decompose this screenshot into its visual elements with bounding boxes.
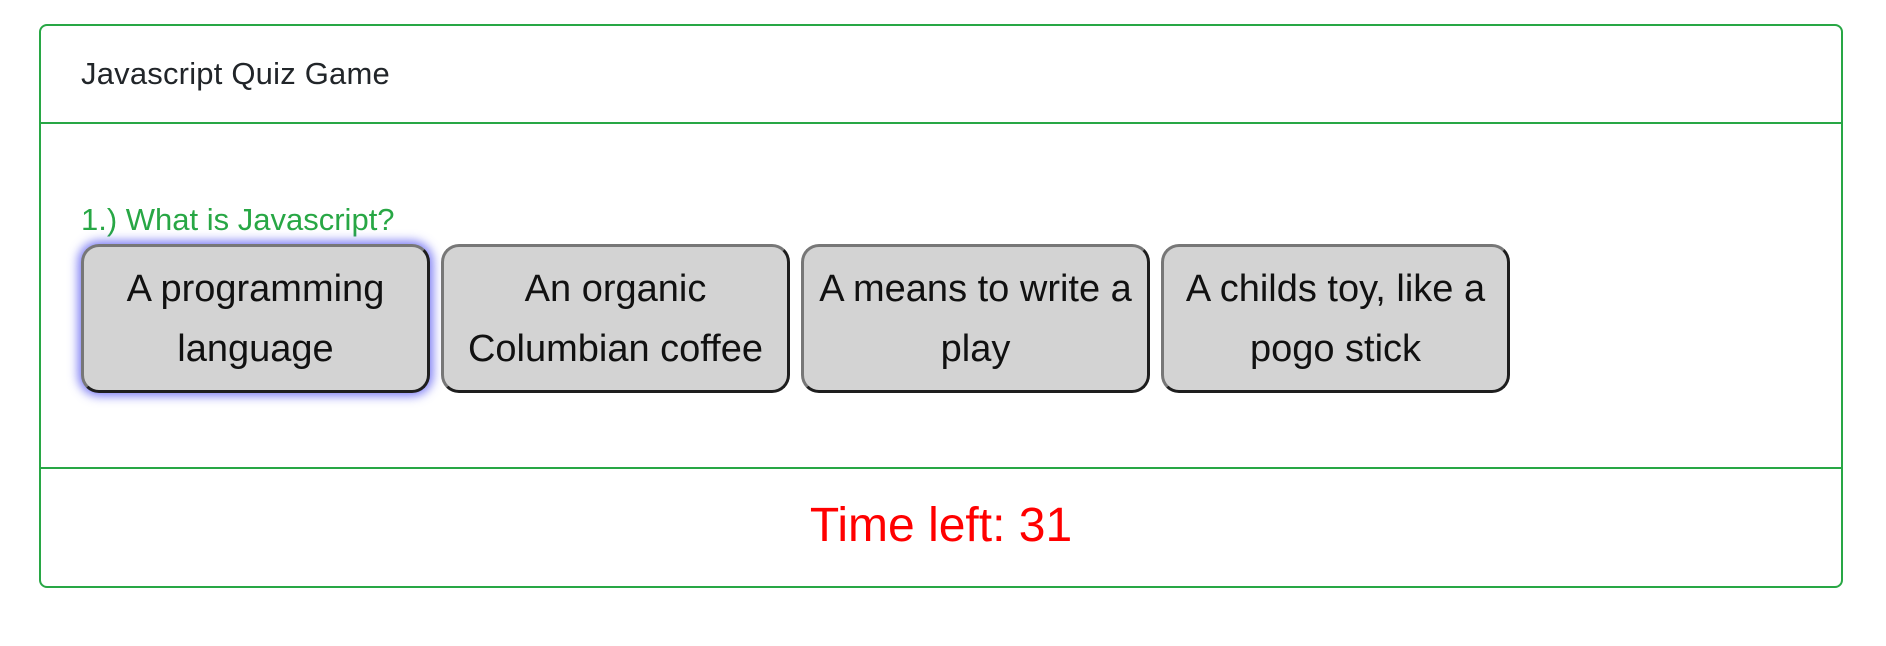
answer-button-1[interactable]: A programming language bbox=[81, 244, 430, 393]
timer-text: Time left: 31 bbox=[809, 499, 1073, 552]
quiz-card: Javascript Quiz Game 1.) What is Javascr… bbox=[39, 24, 1843, 588]
answer-button-4[interactable]: A childs toy, like a pogo stick bbox=[1161, 244, 1510, 393]
answer-button-2[interactable]: An organic Columbian coffee bbox=[441, 244, 790, 393]
card-header: Javascript Quiz Game bbox=[41, 26, 1841, 124]
page-title: Javascript Quiz Game bbox=[81, 56, 390, 91]
answer-button-3[interactable]: A means to write a play bbox=[801, 244, 1150, 393]
card-footer: Time left: 31 bbox=[41, 469, 1841, 586]
answer-list: A programming language An organic Columb… bbox=[81, 244, 1510, 393]
card-body: 1.) What is Javascript? A programming la… bbox=[41, 124, 1841, 469]
question-text: 1.) What is Javascript? bbox=[81, 202, 395, 237]
